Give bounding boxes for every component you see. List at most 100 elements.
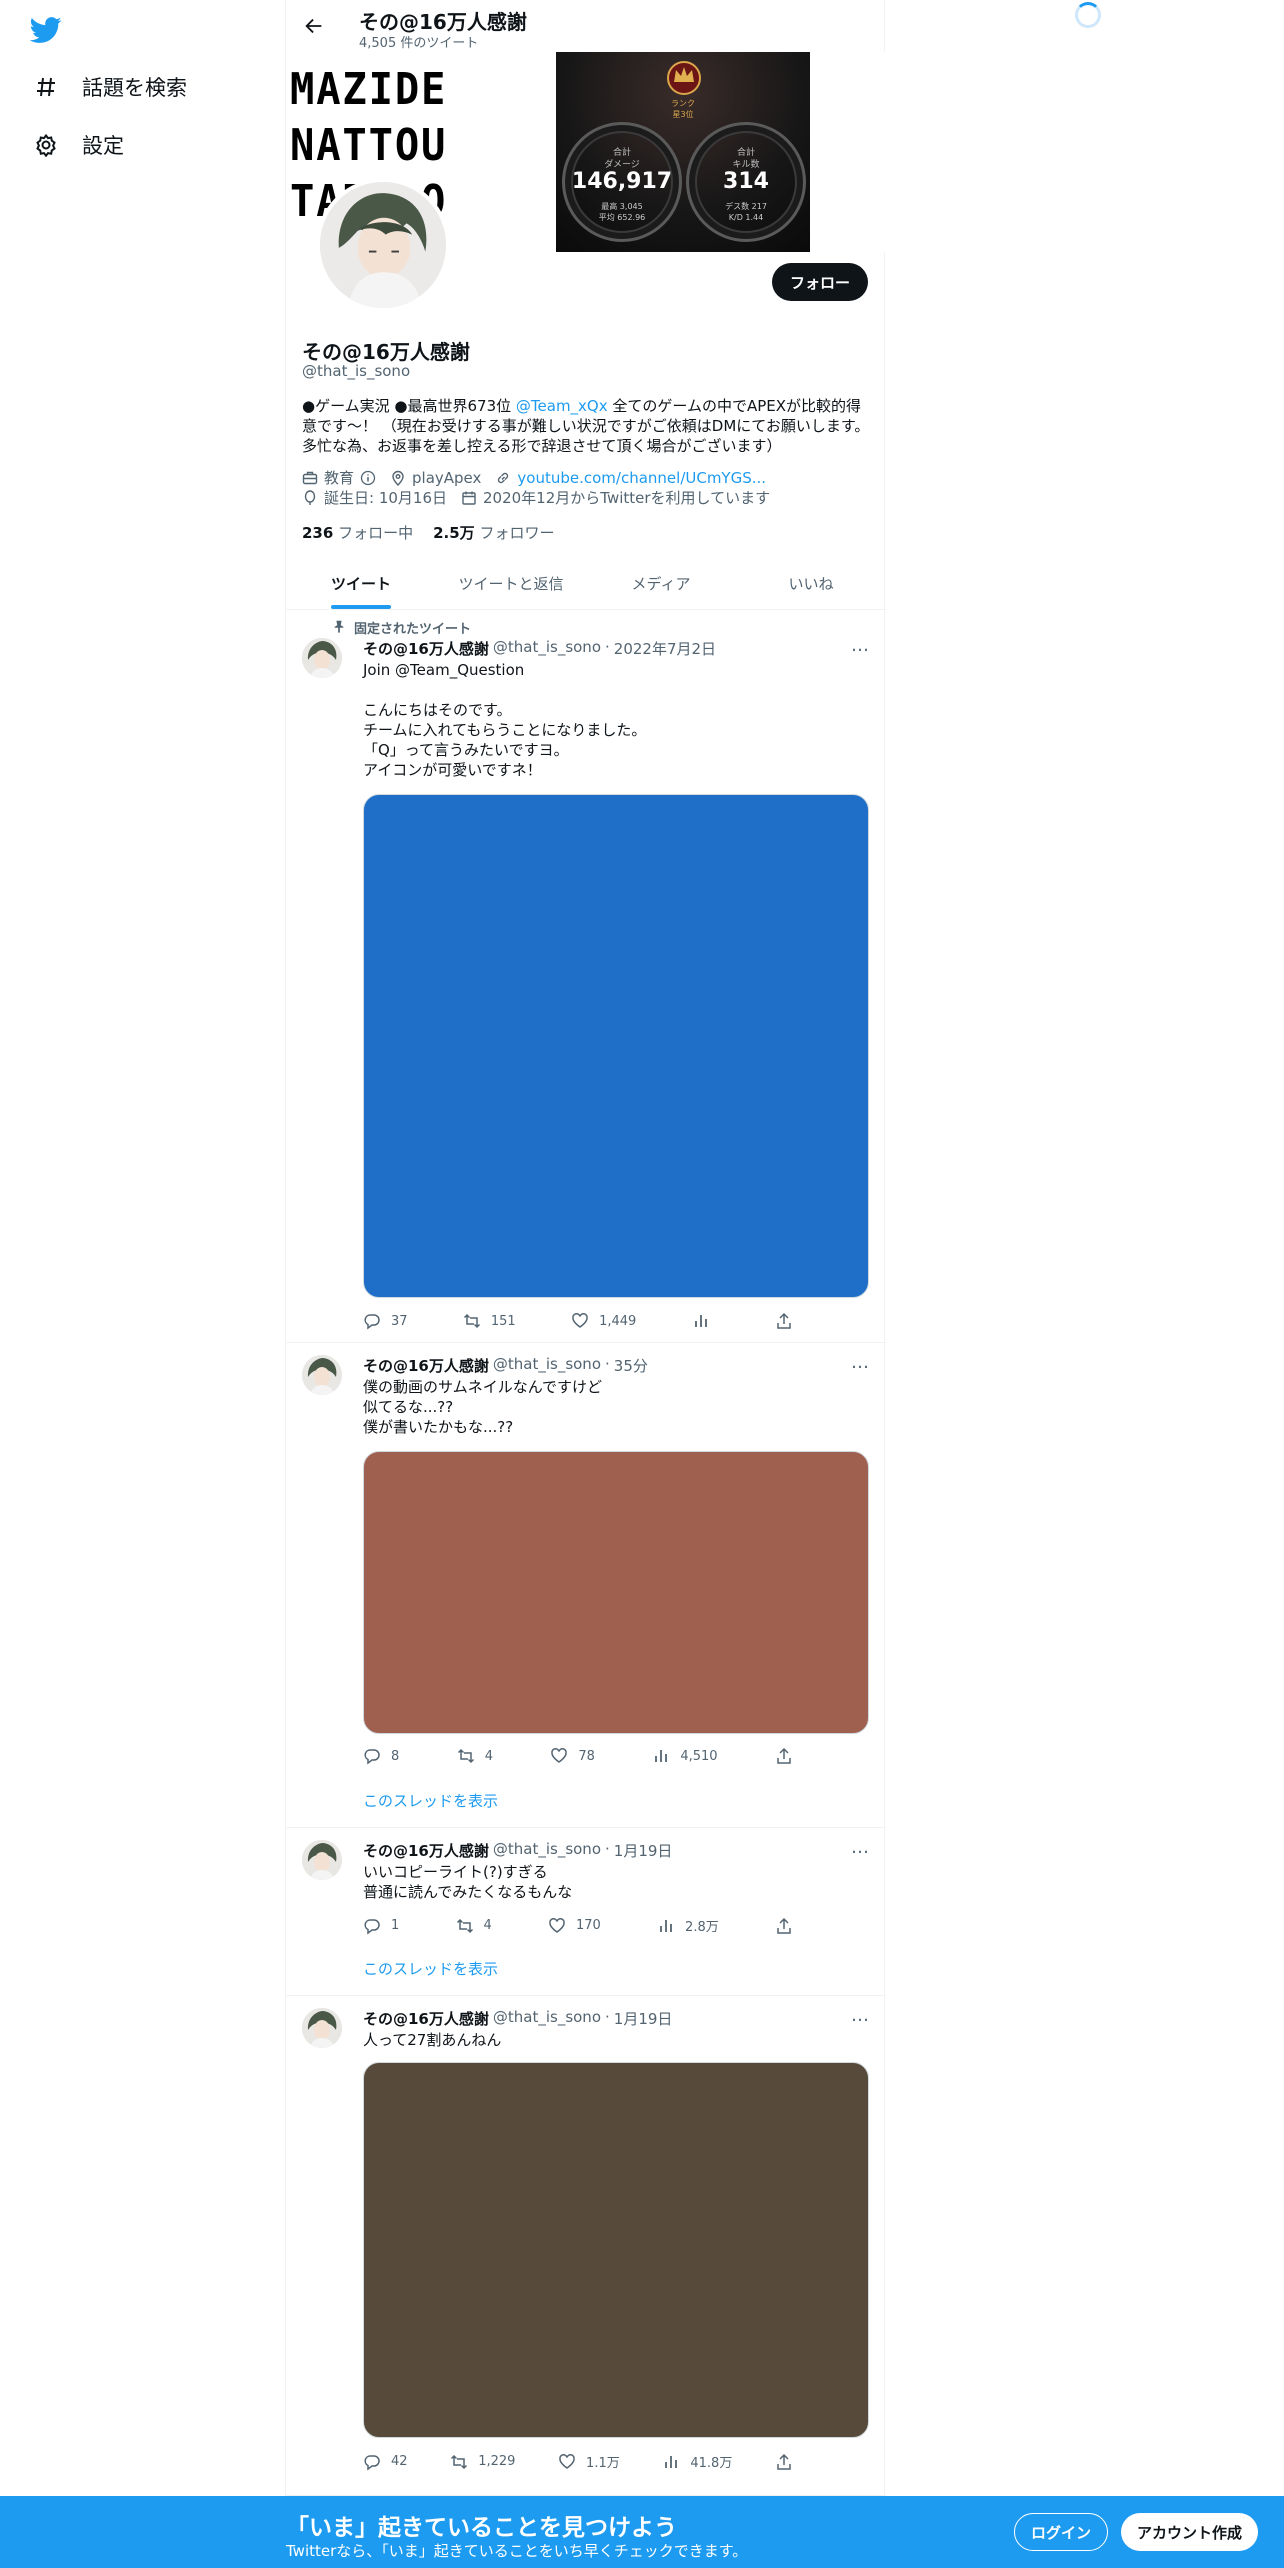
profile-handle: @that_is_sono xyxy=(302,362,411,380)
retweet-icon xyxy=(457,1748,474,1764)
pinned-indicator: 固定されたツイート xyxy=(332,618,471,637)
views-button[interactable]: 2.8万 xyxy=(657,1916,719,1935)
share-button[interactable] xyxy=(775,1312,793,1330)
twitter-logo-icon[interactable] xyxy=(29,14,68,46)
tweet-text: Join @Team_Question こんにちはそのです。 チームに入れてもら… xyxy=(363,661,647,779)
tweet-avatar[interactable] xyxy=(302,638,342,678)
heart-icon xyxy=(572,1313,588,1328)
loading-spinner-icon xyxy=(1075,2,1101,28)
views-button[interactable] xyxy=(692,1312,720,1330)
nav-explore[interactable]: 話題を検索 xyxy=(32,67,187,107)
tab-tweets[interactable]: ツイート xyxy=(286,557,436,609)
tweet-count: 4,505 件のツイート xyxy=(359,36,479,51)
tweet-media[interactable] xyxy=(363,2062,869,2438)
show-thread-link[interactable]: このスレッドを表示 xyxy=(363,1790,498,1811)
tweet-avatar[interactable] xyxy=(302,2008,342,2048)
share-button[interactable] xyxy=(775,1916,793,1935)
tab-media[interactable]: メディア xyxy=(586,557,736,609)
left-nav: 話題を検索 設定 xyxy=(0,0,285,2500)
tweet-header: その@16万人感謝 @that_is_sono · 1月19日 xyxy=(363,1840,673,1860)
followers-link[interactable]: 2.5万 フォロワー xyxy=(433,522,554,543)
like-button[interactable]: 1.1万 xyxy=(558,2452,620,2471)
crown-badge-icon xyxy=(664,56,704,104)
profile-tabs: ツイート ツイートと返信 メディア いいね xyxy=(286,557,886,610)
more-options-icon[interactable]: … xyxy=(850,2007,870,2030)
tab-tweets-replies[interactable]: ツイートと返信 xyxy=(436,557,586,609)
bottom-bar-title: 「いま」起きていることを見つけよう xyxy=(286,2515,677,2541)
signup-bottom-bar: 「いま」起きていることを見つけよう Twitterなら、「いま」起きていることを… xyxy=(0,2496,1284,2568)
reply-icon xyxy=(364,2454,380,2470)
bio-mention-link[interactable]: @Team_xQx xyxy=(516,397,608,415)
share-button[interactable] xyxy=(775,1747,793,1765)
share-icon xyxy=(777,2453,791,2470)
tweet-actions: 42 1,229 1.1万 41.8万 xyxy=(363,2452,793,2471)
profile-avatar[interactable] xyxy=(316,178,450,312)
tweet-header: その@16万人感謝 @that_is_sono · 35分 xyxy=(363,1355,648,1375)
profile-location: playApex xyxy=(390,469,481,487)
damage-stat-ring: 合計 ダメージ 146,917 最高 3,045 平均 652.96 xyxy=(562,122,682,242)
rank-label: ランク 星3位 xyxy=(671,99,695,119)
follow-stats: 236 フォロー中 2.5万 フォロワー xyxy=(302,522,554,543)
reply-button[interactable]: 42 xyxy=(363,2452,408,2471)
hashtag-icon xyxy=(32,73,60,101)
profile-timeline: その@16万人感謝 4,505 件のツイート MAZIDE NATTOU TAB… xyxy=(285,0,886,2500)
tweet-1[interactable]: 固定されたツイート その@16万人感謝 @that_is_sono · 2022… xyxy=(286,610,886,1343)
follow-button[interactable]: フォロー xyxy=(771,263,868,301)
tab-likes[interactable]: いいね xyxy=(736,557,886,609)
back-arrow-icon[interactable] xyxy=(300,12,328,40)
login-button[interactable]: ログイン xyxy=(1014,2513,1109,2551)
more-options-icon[interactable]: … xyxy=(850,1839,870,1862)
tweet-text: いいコピーライト(?)すぎる 普通に読んでみたくなるもんな xyxy=(363,1863,573,1901)
tweet-header: その@16万人感謝 @that_is_sono · 1月19日 xyxy=(363,2008,673,2028)
tweet-actions: 8 4 78 4,510 xyxy=(363,1747,793,1765)
retweet-button[interactable]: 1,229 xyxy=(450,2452,515,2471)
heart-icon xyxy=(551,1748,568,1763)
share-button[interactable] xyxy=(775,2452,793,2471)
calendar-icon xyxy=(461,490,477,506)
nav-settings-label: 設定 xyxy=(82,134,124,158)
tweet-media[interactable] xyxy=(363,794,869,1298)
views-button[interactable]: 4,510 xyxy=(652,1747,718,1765)
like-button[interactable]: 170 xyxy=(548,1916,601,1935)
like-button[interactable]: 1,449 xyxy=(571,1312,636,1330)
more-options-icon[interactable]: … xyxy=(850,637,870,660)
retweet-button[interactable]: 4 xyxy=(457,1747,493,1765)
tweet-avatar[interactable] xyxy=(302,1355,342,1395)
nav-explore-label: 話題を検索 xyxy=(82,76,187,100)
reply-icon xyxy=(364,1314,380,1330)
tweet-4[interactable]: その@16万人感謝 @that_is_sono · 1月19日 … 人って27割… xyxy=(286,1996,886,2496)
profile-bio: ●ゲーム実況 ●最高世界673位 @Team_xQx 全てのゲームの中でAPEX… xyxy=(302,397,870,455)
reply-button[interactable]: 1 xyxy=(363,1916,399,1935)
show-thread-link[interactable]: このスレッドを表示 xyxy=(363,1958,498,1979)
following-link[interactable]: 236 フォロー中 xyxy=(302,522,413,543)
tweet-3[interactable]: その@16万人感謝 @that_is_sono · 1月19日 … いいコピーラ… xyxy=(286,1828,886,1996)
page-title: その@16万人感謝 xyxy=(359,10,527,34)
retweet-button[interactable]: 4 xyxy=(456,1916,492,1935)
briefcase-icon xyxy=(302,470,318,486)
signup-button[interactable]: アカウント作成 xyxy=(1121,2513,1259,2551)
more-options-icon[interactable]: … xyxy=(850,1354,870,1377)
views-icon xyxy=(655,1750,668,1762)
tweet-2[interactable]: その@16万人感謝 @that_is_sono · 35分 … 僕の動画のサムネ… xyxy=(286,1343,886,1828)
views-button[interactable]: 41.8万 xyxy=(662,2452,732,2471)
balloon-icon xyxy=(302,489,318,506)
info-icon[interactable] xyxy=(360,470,376,486)
kills-stat-value: 314 xyxy=(723,169,769,194)
profile-header-bar: その@16万人感謝 4,505 件のツイート xyxy=(286,0,886,52)
kills-stat-ring: 合計 キル数 314 デス数 217 K/D 1.44 xyxy=(686,122,806,242)
reply-button[interactable]: 8 xyxy=(363,1747,399,1765)
reply-icon xyxy=(364,1918,380,1934)
profile-name: その@16万人感謝 xyxy=(302,340,470,364)
retweet-button[interactable]: 151 xyxy=(463,1312,516,1330)
reply-button[interactable]: 37 xyxy=(363,1312,408,1330)
like-button[interactable]: 78 xyxy=(550,1747,595,1765)
profile-url[interactable]: youtube.com/channel/UCmYGS... xyxy=(495,469,766,487)
profile-category: 教育 xyxy=(302,467,376,488)
nav-settings[interactable]: 設定 xyxy=(32,125,124,165)
heart-icon xyxy=(549,1917,565,1933)
gear-icon xyxy=(32,131,60,159)
tweet-avatar[interactable] xyxy=(302,1840,342,1880)
tweet-media[interactable] xyxy=(363,1451,869,1734)
tweet-actions: 1 4 170 2.8万 xyxy=(363,1916,793,1935)
profile-birthday: 誕生日: 10月16日 xyxy=(302,487,447,508)
